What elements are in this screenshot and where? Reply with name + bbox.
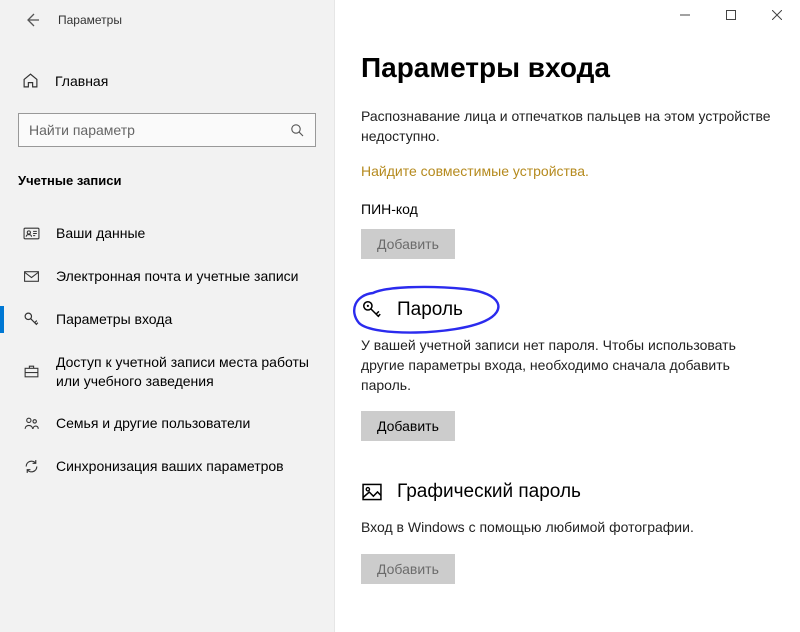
sidebar-item-label: Ваши данные (56, 224, 145, 243)
sidebar-item-label: Доступ к учетной записи места работы или… (56, 353, 316, 391)
back-button[interactable] (18, 6, 46, 34)
picture-icon (361, 481, 383, 503)
face-fingerprint-unavailable-text: Распознавание лица и отпечатков пальцев … (361, 106, 774, 147)
search-input[interactable] (29, 122, 264, 138)
sync-icon (22, 458, 40, 475)
maximize-button[interactable] (708, 0, 754, 30)
password-section: Пароль У вашей учетной записи нет пароля… (361, 299, 774, 442)
mail-icon (22, 268, 40, 285)
sidebar-section-heading: Учетные записи (0, 147, 334, 196)
password-heading: Пароль (397, 299, 463, 321)
pin-label: ПИН-код (361, 201, 774, 217)
page-title: Параметры входа (361, 52, 774, 84)
sidebar-nav: Ваши данные Электронная почта и учетные … (0, 212, 334, 488)
picture-password-heading: Графический пароль (397, 481, 581, 503)
sidebar-item-label: Семья и другие пользователи (56, 414, 250, 433)
search-icon (289, 122, 305, 138)
minimize-button[interactable] (662, 0, 708, 30)
picture-password-add-button[interactable]: Добавить (361, 554, 455, 584)
password-add-button[interactable]: Добавить (361, 411, 455, 441)
sidebar-item-email-accounts[interactable]: Электронная почта и учетные записи (0, 255, 334, 298)
person-card-icon (22, 225, 40, 242)
app-title: Параметры (58, 13, 122, 27)
home-icon (22, 72, 39, 89)
home-nav-item[interactable]: Главная (0, 62, 334, 99)
people-icon (22, 415, 40, 432)
picture-password-section: Графический пароль Вход в Windows с помо… (361, 481, 774, 583)
picture-password-description: Вход в Windows с помощью любимой фотогра… (361, 517, 774, 537)
sidebar-item-signin-options[interactable]: Параметры входа (0, 298, 334, 341)
sidebar-item-your-info[interactable]: Ваши данные (0, 212, 334, 255)
sidebar-item-sync[interactable]: Синхронизация ваших параметров (0, 445, 334, 488)
key-icon (361, 299, 383, 321)
close-button[interactable] (754, 0, 800, 30)
sidebar-item-label: Электронная почта и учетные записи (56, 267, 298, 286)
home-label: Главная (55, 73, 108, 89)
search-box[interactable] (18, 113, 316, 147)
briefcase-icon (22, 363, 40, 380)
pin-add-button[interactable]: Добавить (361, 229, 455, 259)
sidebar-item-label: Синхронизация ваших параметров (56, 457, 284, 476)
main-content: Параметры входа Распознавание лица и отп… (335, 0, 800, 632)
window-controls (662, 0, 800, 30)
compatible-devices-link[interactable]: Найдите совместимые устройства. (361, 163, 774, 179)
sidebar-item-label: Параметры входа (56, 310, 172, 329)
sidebar: Параметры Главная Учетные записи Ваши да… (0, 0, 335, 632)
sidebar-item-family[interactable]: Семья и другие пользователи (0, 402, 334, 445)
titlebar: Параметры (0, 0, 334, 40)
key-icon (22, 311, 40, 328)
sidebar-item-work-school[interactable]: Доступ к учетной записи места работы или… (0, 341, 334, 403)
password-description: У вашей учетной записи нет пароля. Чтобы… (361, 335, 774, 396)
